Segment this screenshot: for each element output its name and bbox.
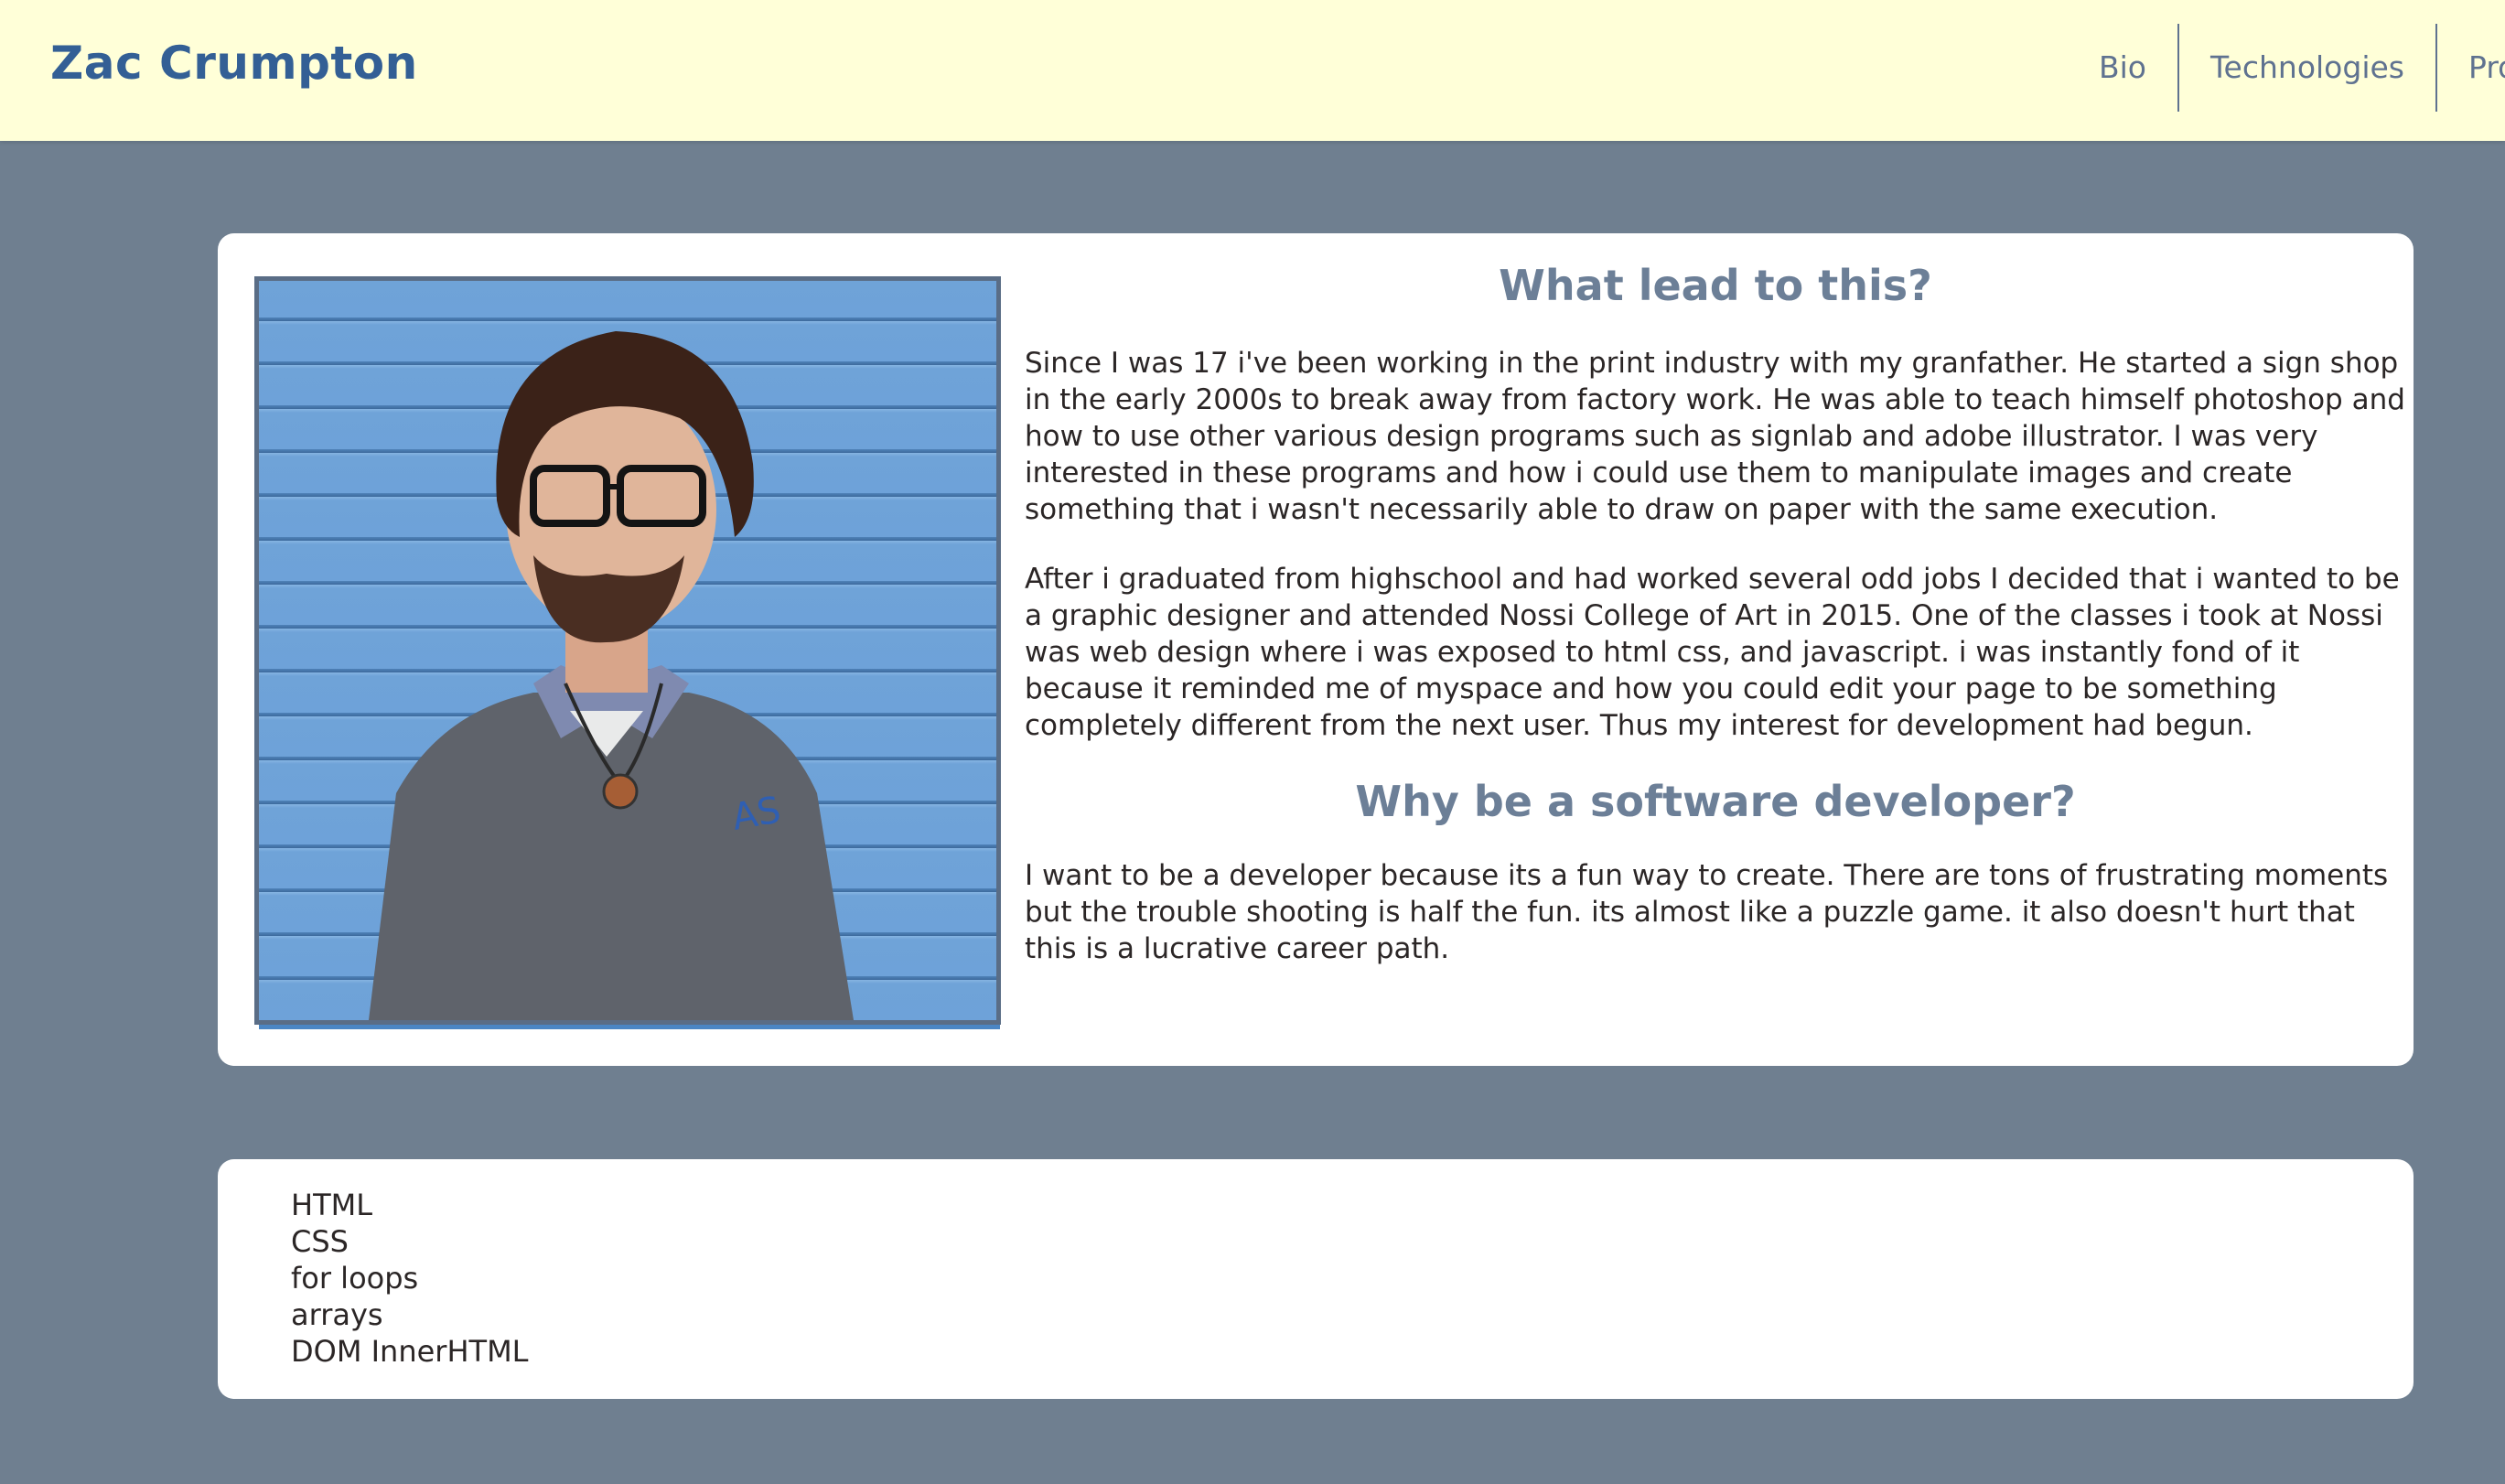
tech-item-arrays: arrays bbox=[291, 1297, 383, 1332]
portrait-illustration: AS bbox=[369, 331, 854, 1020]
bio-content: What lead to this? Since I was 17 i've b… bbox=[1025, 261, 2406, 967]
nav-link-bio[interactable]: Bio bbox=[2068, 24, 2179, 112]
tech-item-html: HTML bbox=[291, 1188, 373, 1222]
bio-card: AS What lead to this? Since I was 17 i'v… bbox=[218, 233, 2414, 1066]
nav-link-projects[interactable]: Pro bbox=[2437, 24, 2505, 112]
tech-item-dom-innerhtml: DOM InnerHTML bbox=[291, 1334, 529, 1369]
bio-paragraph-2: After i graduated from highschool and ha… bbox=[1025, 563, 2400, 742]
bio-paragraph-3: I want to be a developer because its a f… bbox=[1025, 859, 2389, 965]
profile-photo: AS bbox=[254, 276, 1001, 1025]
bio-heading-2: Why be a software developer? bbox=[1355, 777, 2076, 826]
bio-paragraph-1: Since I was 17 i've been working in the … bbox=[1025, 347, 2405, 526]
tech-item-css: CSS bbox=[291, 1224, 349, 1259]
brand-name[interactable]: Zac Crumpton bbox=[50, 37, 418, 90]
nav-link-technologies[interactable]: Technologies bbox=[2179, 24, 2437, 112]
technologies-list: HTML CSS for loops arrays DOM InnerHTML bbox=[291, 1187, 529, 1370]
top-navbar: Zac Crumpton Bio Technologies Pro bbox=[0, 0, 2505, 141]
bio-heading-1: What lead to this? bbox=[1499, 261, 1932, 310]
technologies-card: HTML CSS for loops arrays DOM InnerHTML bbox=[218, 1159, 2414, 1399]
tech-item-for-loops: for loops bbox=[291, 1261, 419, 1296]
main-nav: Bio Technologies Pro bbox=[2068, 24, 2505, 112]
svg-text:AS: AS bbox=[729, 789, 784, 838]
